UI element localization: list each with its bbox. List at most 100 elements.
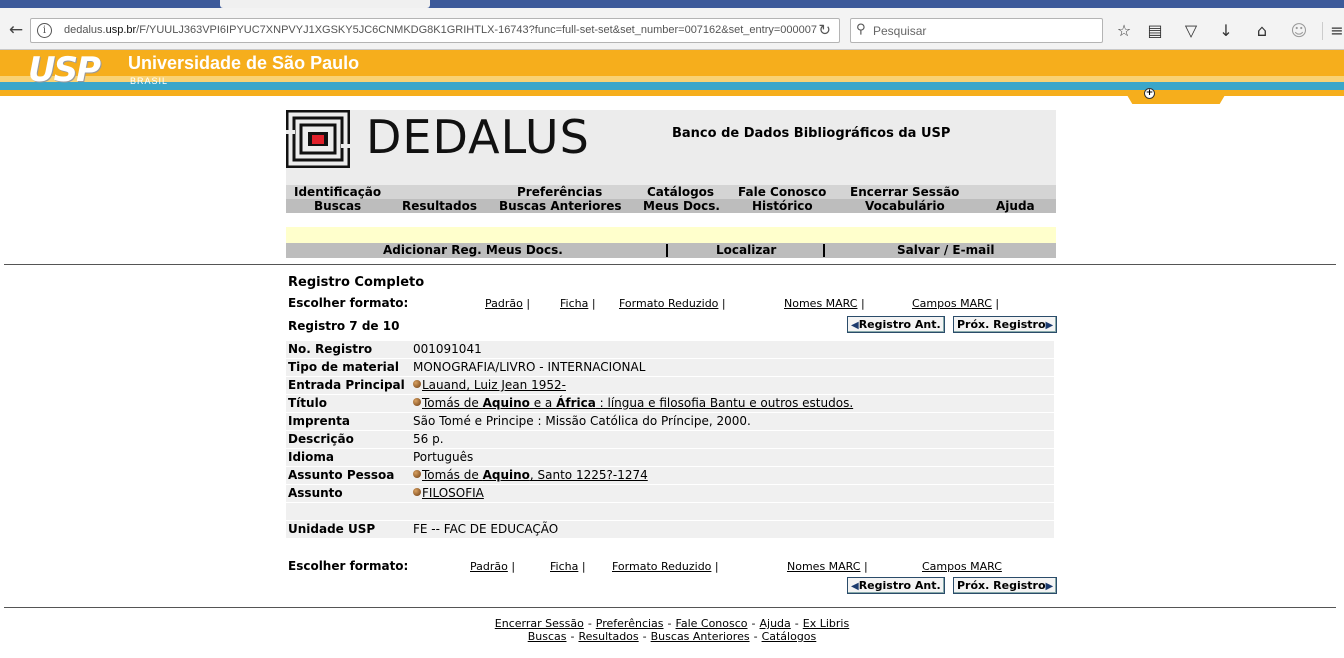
field-label: Título [288, 396, 327, 410]
download-icon[interactable]: ↓ [1215, 20, 1237, 40]
main-menu-row-1: Identificação Preferências Catálogos Fal… [286, 185, 1056, 199]
field-value: São Tomé e Principe : Missão Católica do… [413, 414, 751, 428]
save-email-action[interactable]: Salvar / E-mail [897, 243, 994, 258]
menu-historico[interactable]: Histórico [752, 199, 813, 213]
browser-tab-strip [0, 0, 1344, 8]
field-value: 001091041 [413, 342, 482, 356]
format-nomes-marc-link[interactable]: Nomes MARC | [784, 297, 865, 310]
menu-encerrar-sessao[interactable]: Encerrar Sessão [850, 185, 959, 199]
format-ficha-link-bottom[interactable]: Ficha | [550, 560, 586, 573]
link-bullet-icon [413, 488, 421, 496]
field-label: Assunto Pessoa [288, 468, 395, 482]
triangle-left-icon: ◀ [851, 581, 859, 592]
footer-resultados[interactable]: Resultados [578, 630, 638, 643]
footer-encerrar-sessao[interactable]: Encerrar Sessão [495, 617, 584, 630]
next-record-button[interactable]: Próx. Registro▶ [953, 316, 1058, 333]
menu-ajuda[interactable]: Ajuda [996, 199, 1035, 213]
menu-identificacao[interactable]: Identificação [294, 185, 381, 199]
bookmark-star-icon[interactable]: ☆ [1113, 20, 1135, 40]
browser-search-box[interactable]: ⚲ [850, 18, 1103, 43]
footer-preferencias[interactable]: Preferências [596, 617, 664, 630]
dedalus-tagline: Banco de Dados Bibliográficos da USP [672, 126, 951, 141]
choose-format-label-bottom: Escolher formato: [288, 559, 409, 573]
format-reduzido-link[interactable]: Formato Reduzido | [619, 297, 726, 310]
format-reduzido-link-bottom[interactable]: Formato Reduzido | [612, 560, 719, 573]
title-link[interactable]: Tomás de Aquino e a África : língua e fi… [422, 396, 853, 410]
locate-action[interactable]: Localizar [716, 243, 776, 258]
dedalus-title: DEDALUS [366, 110, 590, 164]
message-bar [286, 227, 1056, 243]
field-row-empty [286, 503, 1054, 521]
format-ficha-link[interactable]: Ficha | [560, 297, 596, 310]
field-label: Unidade USP [288, 522, 376, 536]
back-icon[interactable]: ← [5, 19, 27, 41]
field-row: Unidade USP FE -- FAC DE EDUCAÇÃO [286, 521, 1054, 539]
format-padrao-link[interactable]: Padrão | [485, 297, 530, 310]
choose-format-label: Escolher formato: [288, 296, 409, 310]
menu-vocabulario[interactable]: Vocabulário [865, 199, 945, 213]
next-record-button-bottom[interactable]: Próx. Registro▶ [953, 577, 1058, 594]
menu-buscas-anteriores[interactable]: Buscas Anteriores [499, 199, 622, 213]
footer-ex-libris[interactable]: Ex Libris [803, 617, 849, 630]
browser-active-tab[interactable] [220, 0, 430, 8]
menu-fale-conosco[interactable]: Fale Conosco [738, 185, 826, 199]
field-row: No. Registro 001091041 [286, 341, 1054, 359]
menu-icon[interactable]: ≡ [1326, 20, 1344, 40]
university-country: BRASIL [130, 76, 169, 86]
pocket-icon[interactable]: ▽ [1180, 20, 1202, 40]
expand-plus-icon[interactable]: + [1144, 88, 1155, 99]
menu-meus-docs[interactable]: Meus Docs. [643, 199, 720, 213]
field-value: Tomás de Aquino, Santo 1225?-1274 [413, 468, 648, 482]
field-row: Imprenta São Tomé e Principe : Missão Ca… [286, 413, 1054, 431]
record-title: Registro Completo [288, 275, 425, 290]
menu-preferencias[interactable]: Preferências [517, 185, 602, 199]
footer-buscas[interactable]: Buscas [528, 630, 567, 643]
format-campos-marc-link[interactable]: Campos MARC | [912, 297, 999, 310]
menu-buscas[interactable]: Buscas [314, 199, 361, 213]
field-row: Assunto Pessoa Tomás de Aquino, Santo 12… [286, 467, 1054, 485]
usp-banner: USP Universidade de São Paulo BRASIL [0, 50, 1344, 96]
info-icon[interactable]: i [37, 23, 52, 38]
field-label: Imprenta [288, 414, 350, 428]
previous-record-button[interactable]: ◀Registro Ant. [847, 316, 945, 333]
footer-catalogos[interactable]: Catálogos [762, 630, 817, 643]
field-value: 56 p. [413, 432, 444, 446]
footer-buscas-anteriores[interactable]: Buscas Anteriores [651, 630, 750, 643]
subject-link[interactable]: FILOSOFIA [422, 486, 484, 500]
reload-icon[interactable]: ↻ [818, 21, 831, 39]
triangle-right-icon: ▶ [1045, 320, 1054, 331]
link-bullet-icon [413, 398, 421, 406]
add-to-my-docs-action[interactable]: Adicionar Reg. Meus Docs. [383, 243, 563, 258]
footer-ajuda[interactable]: Ajuda [760, 617, 791, 630]
account-icon[interactable]: ☺ [1288, 20, 1310, 40]
record-counter: Registro 7 de 10 [288, 319, 400, 333]
reading-list-icon[interactable]: ▤ [1144, 20, 1166, 40]
format-nomes-marc-link-bottom[interactable]: Nomes MARC | [787, 560, 868, 573]
banner-stripe [0, 82, 1344, 90]
previous-record-button-bottom[interactable]: ◀Registro Ant. [847, 577, 945, 594]
home-icon[interactable]: ⌂ [1251, 20, 1273, 40]
usp-logo[interactable]: USP [28, 52, 106, 88]
field-label: Descrição [288, 432, 354, 446]
field-value: Português [413, 450, 474, 464]
format-campos-marc-link-bottom[interactable]: Campos MARC [922, 560, 1002, 573]
field-row: Descrição 56 p. [286, 431, 1054, 449]
subject-person-link[interactable]: Tomás de Aquino, Santo 1225?-1274 [422, 468, 648, 482]
author-link[interactable]: Lauand, Luiz Jean 1952- [422, 378, 566, 392]
main-menu-row-2: Buscas Resultados Buscas Anteriores Meus… [286, 199, 1056, 213]
menu-catalogos[interactable]: Catálogos [647, 185, 714, 199]
triangle-left-icon: ◀ [851, 320, 859, 331]
field-value: FILOSOFIA [413, 486, 484, 500]
search-input[interactable] [871, 22, 1091, 40]
menu-resultados[interactable]: Resultados [402, 199, 477, 213]
dedalus-header: DEDALUS Banco de Dados Bibliográficos da… [286, 110, 1056, 185]
link-bullet-icon [413, 470, 421, 478]
triangle-right-icon: ▶ [1045, 581, 1054, 592]
search-icon: ⚲ [856, 22, 866, 37]
dedalus-maze-icon[interactable] [286, 110, 350, 168]
format-padrao-link-bottom[interactable]: Padrão | [470, 560, 515, 573]
address-bar[interactable]: i dedalus.usp.br/F/YUULJ363VPI6IPYUC7XNP… [30, 18, 840, 43]
footer-fale-conosco[interactable]: Fale Conosco [676, 617, 748, 630]
banner-expand-tab[interactable] [1124, 90, 1228, 104]
record-fields: No. Registro 001091041 Tipo de material … [286, 341, 1054, 539]
